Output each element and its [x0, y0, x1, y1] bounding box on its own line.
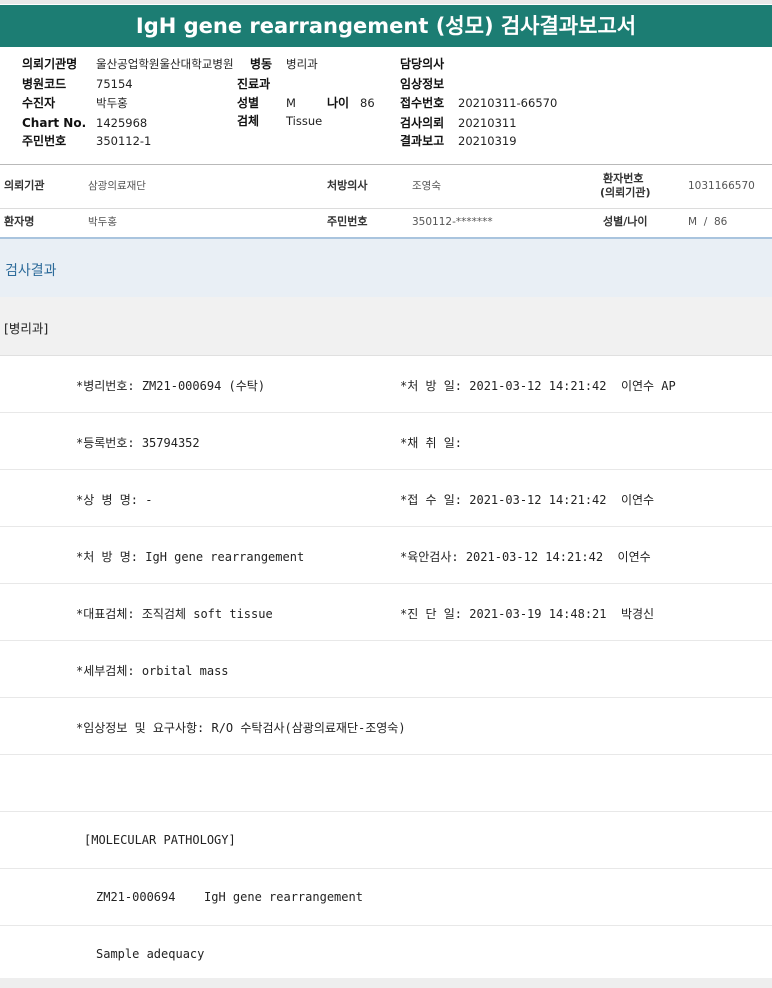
sex-value: M: [286, 96, 296, 110]
received-date: *접 수 일: 2021-03-12 14:21:42 이연수: [400, 493, 655, 507]
representative-specimen: *대표검체: 조직검체 soft tissue: [76, 607, 273, 621]
department-label: [병리과]: [4, 321, 49, 336]
hospital-code-label: 병원코드: [22, 77, 67, 91]
institution-value: 울산공업학원울산대학교병원: [96, 57, 234, 71]
clinical-info-label: 임상정보: [400, 77, 445, 91]
prescribing-doctor-label: 처방의사: [327, 179, 368, 192]
ward-label: 병동: [250, 57, 273, 71]
detailed-specimen: *세부검체: orbital mass: [76, 664, 229, 678]
patient-name-label: 환자명: [4, 215, 35, 228]
institution-label: 의뢰기관명: [22, 57, 78, 71]
resident-no-value: 350112-1: [96, 134, 152, 148]
gross-exam-date: *육안검사: 2021-03-12 14:21:42 이연수: [400, 550, 651, 564]
result-row: *세부검체: orbital mass: [0, 641, 772, 698]
report-date-value: 20210319: [458, 134, 517, 148]
referral-institution-label: 의뢰기관: [4, 179, 45, 192]
result-row: *임상정보 및 요구사항: R/O 수탁검사(삼광의료재단-조영숙): [0, 698, 772, 755]
order-name: *처 방 명: IgH gene rearrangement: [76, 550, 305, 564]
result-row: *대표검체: 조직검체 soft tissue *진 단 일: 2021-03-…: [0, 584, 772, 641]
patient-no-label: 환자번호: [603, 172, 644, 185]
sex-age-label: 성별/나이: [603, 215, 648, 228]
resident-number-value: 350112-*******: [412, 216, 493, 228]
resident-number-label: 주민번호: [327, 215, 368, 228]
report-date-label: 결과보고: [400, 134, 445, 148]
sex-label: 성별: [237, 96, 260, 110]
resident-no-label: 주민번호: [22, 134, 67, 148]
result-row: *처 방 명: IgH gene rearrangement *육안검사: 20…: [0, 527, 772, 584]
molecular-section-label: [MOLECULAR PATHOLOGY]: [84, 833, 236, 847]
specimen-label: 검체: [237, 114, 260, 128]
patient-info-row-1: 의뢰기관 삼광의료재단 처방의사 조영숙 환자번호 (의뢰기관) 1031166…: [0, 165, 772, 209]
patient-no-value: 1031166570: [688, 180, 755, 192]
sex-age-value: M / 86: [688, 216, 728, 228]
result-row: [MOLECULAR PATHOLOGY]: [0, 812, 772, 869]
results-title: 검사결과: [5, 263, 57, 279]
sample-adequacy-line: Sample adequacy: [96, 947, 205, 961]
accession-no-value: 20210311-66570: [458, 96, 558, 110]
patient-name-value: 박두홍: [88, 216, 117, 228]
bottom-bar: [0, 978, 772, 988]
clinical-request: *임상정보 및 요구사항: R/O 수탁검사(삼광의료재단-조영숙): [76, 721, 406, 735]
clinic-dept-label: 진료과: [237, 77, 271, 91]
examinee-label: 수진자: [22, 96, 56, 110]
accession-no-label: 접수번호: [400, 96, 445, 110]
request-date-value: 20210311: [458, 116, 517, 130]
order-date: *처 방 일: 2021-03-12 14:21:42 이연수 AP: [400, 379, 676, 393]
request-date-label: 검사의뢰: [400, 116, 445, 130]
molecular-case-number: ZM21-000694: [96, 890, 176, 904]
patient-info-row-2: 환자명 박두홍 주민번호 350112-******* 성별/나이 M / 86: [0, 209, 772, 237]
pathology-number: *병리번호: ZM21-000694 (수탁): [76, 379, 266, 393]
ward-value: 병리과: [286, 57, 318, 71]
patient-no-sublabel: (의뢰기관): [600, 186, 651, 199]
prescribing-doctor-value: 조영숙: [412, 180, 441, 192]
results-section-header: 검사결과: [0, 239, 772, 297]
report-title: IgH gene rearrangement (성모) 검사결과보고서: [0, 5, 772, 47]
registration-number: *등록번호: 35794352: [76, 436, 200, 450]
result-row: *병리번호: ZM21-000694 (수탁) *처 방 일: 2021-03-…: [0, 356, 772, 413]
department-band: [병리과]: [0, 297, 772, 356]
result-row: *상 병 명: - *접 수 일: 2021-03-12 14:21:42 이연…: [0, 470, 772, 527]
examinee-value: 박두홍: [96, 96, 128, 110]
result-row: Sample adequacy: [0, 926, 772, 977]
hospital-code-value: 75154: [96, 77, 133, 91]
collection-date: *채 취 일:: [400, 436, 463, 450]
diagnosis-name: *상 병 명: -: [76, 493, 153, 507]
chart-no-value: 1425968: [96, 116, 148, 130]
blank-row: [0, 755, 772, 812]
diagnosis-date: *진 단 일: 2021-03-19 14:48:21 박경신: [400, 607, 655, 621]
age-value: 86: [360, 96, 375, 110]
result-row: *등록번호: 35794352 *채 취 일:: [0, 413, 772, 470]
referral-institution-value: 삼광의료재단: [88, 180, 146, 192]
chart-no-label: Chart No.: [22, 116, 87, 130]
specimen-value: Tissue: [286, 114, 323, 128]
age-label: 나이: [327, 96, 350, 110]
top-border: [0, 0, 772, 4]
molecular-test-name: IgH gene rearrangement: [204, 890, 363, 904]
result-row: ZM21-000694 IgH gene rearrangement: [0, 869, 772, 926]
attending-doctor-label: 담당의사: [400, 57, 445, 71]
